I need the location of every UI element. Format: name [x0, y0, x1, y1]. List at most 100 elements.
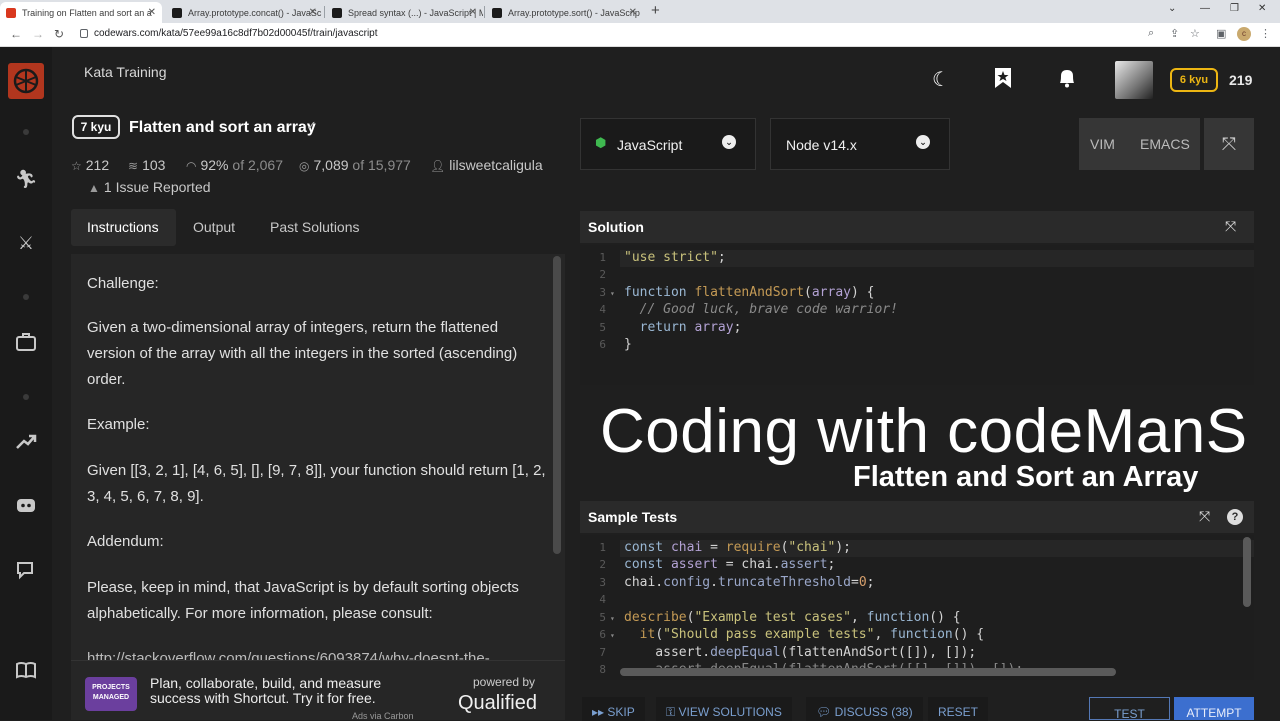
browser-tab-spread[interactable]: Spread syntax (...) - JavaScript | M ✕: [326, 2, 483, 23]
profile-avatar[interactable]: c: [1237, 27, 1251, 41]
back-icon[interactable]: ←: [10, 27, 22, 41]
help-icon[interactable]: ?: [1227, 509, 1243, 525]
page-section-title: Kata Training: [84, 64, 167, 80]
attempt-button[interactable]: ATTEMPT: [1174, 697, 1254, 720]
author-stat[interactable]: 👤︎ lilsweetcaligula: [430, 157, 543, 173]
fullscreen-button[interactable]: ⤧: [1204, 118, 1254, 170]
bookmark-star-icon[interactable]: ☆: [1190, 27, 1200, 40]
browser-tab-strip: Training on Flatten and sort an a ✕ Arra…: [0, 0, 1280, 23]
issues-link[interactable]: ▲ 1 Issue Reported: [88, 179, 211, 195]
tab-title: Array.prototype.concat() - JavaSc: [188, 7, 322, 18]
line-number: 4: [599, 303, 606, 316]
expand-icon[interactable]: ⤧: [1225, 218, 1236, 235]
discuss-button[interactable]: 💬︎ DISCUSS (38): [806, 697, 923, 721]
chat-icon[interactable]: [14, 559, 38, 583]
code-line: }: [624, 337, 632, 352]
fold-arrow-icon[interactable]: ▾: [610, 614, 615, 623]
ad-text[interactable]: Plan, collaborate, build, and measure su…: [150, 676, 430, 706]
tab-search-icon[interactable]: ⌄: [1168, 3, 1176, 14]
training-icon[interactable]: 🏃︎: [14, 167, 38, 191]
share-icon[interactable]: ⇪: [1170, 27, 1179, 40]
line-number: 8: [599, 663, 606, 676]
vim-mode-button[interactable]: VIM: [1090, 136, 1115, 152]
kata-description: Challenge: Given a two-dimensional array…: [71, 254, 565, 660]
briefcase-icon[interactable]: [14, 331, 38, 355]
browser-tab-sort[interactable]: Array.prototype.sort() - JavaScrip ✕: [486, 2, 643, 23]
user-avatar[interactable]: [1115, 61, 1153, 99]
carbon-ad[interactable]: PROJECTS MANAGED Plan, collaborate, buil…: [71, 660, 565, 721]
desc-challenge-heading: Challenge:: [87, 275, 159, 292]
completed-total: of 15,977: [352, 157, 411, 173]
collections-stat[interactable]: ≋ 103: [128, 157, 165, 173]
tab-past-solutions[interactable]: Past Solutions: [254, 209, 376, 246]
fold-arrow-icon[interactable]: ▾: [610, 631, 615, 640]
dark-mode-moon-icon[interactable]: ☾: [932, 67, 950, 92]
codewars-favicon-icon: [6, 7, 16, 18]
notifications-bell-icon[interactable]: [1056, 67, 1078, 95]
language-select[interactable]: ⬢ JavaScript ⌄: [580, 118, 756, 170]
desc-link[interactable]: http://stackoverflow.com/questions/60938…: [87, 646, 547, 660]
codewars-logo[interactable]: [8, 63, 44, 99]
browser-menu-icon[interactable]: ⋮: [1260, 27, 1271, 40]
sample-tests-editor[interactable]: 1 2 3 4 5 ▾ 6 ▾ 7 8 const chai = require…: [580, 535, 1254, 680]
discord-icon[interactable]: [14, 495, 38, 519]
stars-count: 212: [85, 157, 110, 173]
satisfaction-stat: ◠ 92% of 2,067: [186, 157, 283, 173]
url-field[interactable]: codewars.com/kata/57ee99a16c8df7b02d0004…: [94, 28, 378, 39]
sidebar-dot: [23, 394, 29, 400]
description-scrollbar[interactable]: [553, 256, 561, 554]
tests-vertical-scrollbar[interactable]: [1243, 537, 1251, 607]
tests-horizontal-scrollbar[interactable]: [620, 668, 1116, 676]
view-solutions-button[interactable]: ⚿ VIEW SOLUTIONS: [656, 697, 792, 721]
forward-icon[interactable]: →: [32, 27, 44, 41]
close-icon[interactable]: ✕: [469, 7, 477, 18]
browser-tab-concat[interactable]: Array.prototype.concat() - JavaSc ✕: [166, 2, 323, 23]
tab-instructions[interactable]: Instructions: [71, 209, 176, 246]
browser-tab-codewars[interactable]: Training on Flatten and sort an a ✕: [0, 2, 162, 23]
practice-icon[interactable]: ⚔︎: [14, 231, 38, 255]
target-icon: ◎: [299, 159, 310, 173]
leaderboard-trend-icon[interactable]: [14, 431, 38, 455]
video-overlay-subtitle: Flatten and Sort an Array: [853, 461, 1199, 493]
skip-button[interactable]: ▸▸ SKIP: [582, 697, 645, 721]
restore-icon[interactable]: ❐: [1230, 3, 1239, 14]
user-icon: 👤︎: [430, 159, 446, 173]
completed-count: 7,089: [313, 157, 349, 173]
chevron-down-icon: ⌄: [916, 135, 930, 149]
code-line: const assert = chai.assert;: [624, 557, 836, 572]
solution-header: Solution ⤧: [580, 211, 1254, 243]
fold-arrow-icon[interactable]: ▾: [610, 289, 615, 298]
desc-paragraph: Given [[3, 2, 1], [4, 6, 5], [], [9, 7, …: [87, 462, 546, 505]
view-solutions-label: VIEW SOLUTIONS: [678, 705, 782, 719]
powered-by-label: powered by: [473, 675, 536, 689]
close-icon[interactable]: ✕: [148, 7, 156, 18]
sidepanel-icon[interactable]: ▣: [1216, 27, 1226, 40]
qualified-logo[interactable]: Qualified: [458, 692, 537, 715]
reload-icon[interactable]: ↻: [54, 27, 64, 41]
mdn-favicon-icon: [172, 7, 182, 18]
test-button[interactable]: TEST: [1089, 697, 1170, 721]
minimize-icon[interactable]: —: [1200, 3, 1210, 14]
code-line: // Good luck, brave code warrior!: [639, 302, 898, 317]
emacs-mode-button[interactable]: EMACS: [1140, 136, 1190, 152]
tab-title: Training on Flatten and sort an a: [22, 7, 152, 18]
new-tab-button[interactable]: +: [651, 2, 660, 19]
language-value: JavaScript: [617, 137, 683, 153]
close-icon[interactable]: ✕: [309, 7, 317, 18]
expand-icon[interactable]: ⤧: [1199, 508, 1210, 525]
tab-title: Spread syntax (...) - JavaScript | M: [348, 7, 483, 18]
zoom-icon[interactable]: ⌕: [1148, 27, 1154, 40]
runtime-version-select[interactable]: Node v14.x ⌄: [770, 118, 950, 170]
tab-output[interactable]: Output: [177, 209, 251, 246]
docs-book-icon[interactable]: [14, 659, 38, 683]
window-close-icon[interactable]: ✕: [1258, 3, 1266, 14]
stars-stat[interactable]: ☆ 212: [71, 157, 109, 173]
reset-button[interactable]: RESET: [928, 697, 989, 721]
javascript-icon: ⬢: [595, 135, 607, 150]
close-icon[interactable]: ✕: [629, 7, 637, 18]
solution-editor[interactable]: 1 2 3 ▾ 4 5 6 "use strict"; function fla…: [580, 245, 1254, 385]
chevron-down-icon: ⌄: [722, 135, 736, 149]
bookmarks-icon[interactable]: [993, 67, 1013, 95]
completed-stat: ◎ 7,089 of 15,977: [299, 157, 411, 173]
collections-icon: ≋: [128, 159, 139, 173]
